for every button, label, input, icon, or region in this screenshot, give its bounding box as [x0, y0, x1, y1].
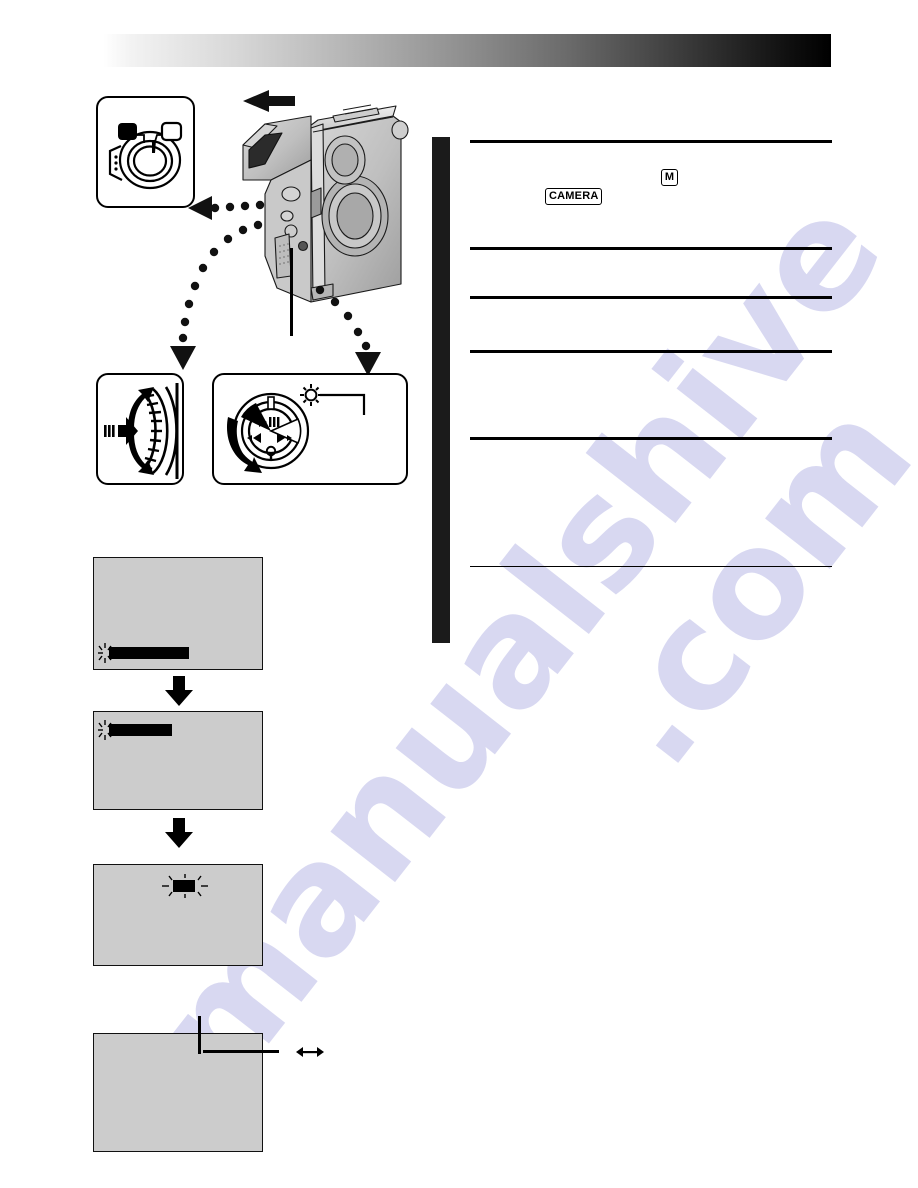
power-dial-selector-icon — [108, 121, 183, 190]
section-divider-3 — [470, 296, 832, 299]
thumbwheel-figure-box — [96, 373, 184, 485]
section-divider-6 — [470, 566, 832, 568]
lcd-1-readout-text — [110, 644, 190, 656]
menu-dial-icon — [226, 384, 366, 473]
flow-arrow-1 — [165, 676, 193, 706]
section-divider-4 — [470, 350, 832, 353]
flow-arrow-2 — [165, 818, 193, 848]
page-title — [110, 40, 810, 62]
power-dial-figure-box — [96, 96, 195, 208]
section-5-body — [470, 442, 832, 562]
camera-mode-badge: CAMERA — [545, 188, 603, 205]
camcorder-illustration — [225, 88, 415, 323]
section-divider-5 — [470, 437, 832, 440]
brightness-sun-icon — [300, 384, 366, 415]
section-3-body — [470, 301, 832, 346]
lcd-2-readout-text — [110, 721, 173, 733]
lcd-4-width-double-arrow — [296, 1047, 324, 1057]
section-2-body — [470, 252, 832, 292]
lcd-3-readout-text — [172, 873, 194, 885]
section-divider-2 — [470, 247, 832, 250]
section-divider-1 — [470, 140, 832, 143]
mode-badge-m: M — [661, 169, 678, 186]
thumbwheel-rotate-icon — [104, 383, 179, 479]
slide-arrow-left — [243, 90, 295, 112]
camcorder-leader-line — [290, 248, 293, 336]
menu-dial-figure-box — [212, 373, 408, 485]
section-4-body — [470, 355, 832, 433]
lcd-4-readout-text — [100, 1040, 250, 1052]
section-1-body — [470, 146, 832, 242]
section-6-body — [470, 571, 832, 631]
section-rail — [432, 137, 450, 643]
